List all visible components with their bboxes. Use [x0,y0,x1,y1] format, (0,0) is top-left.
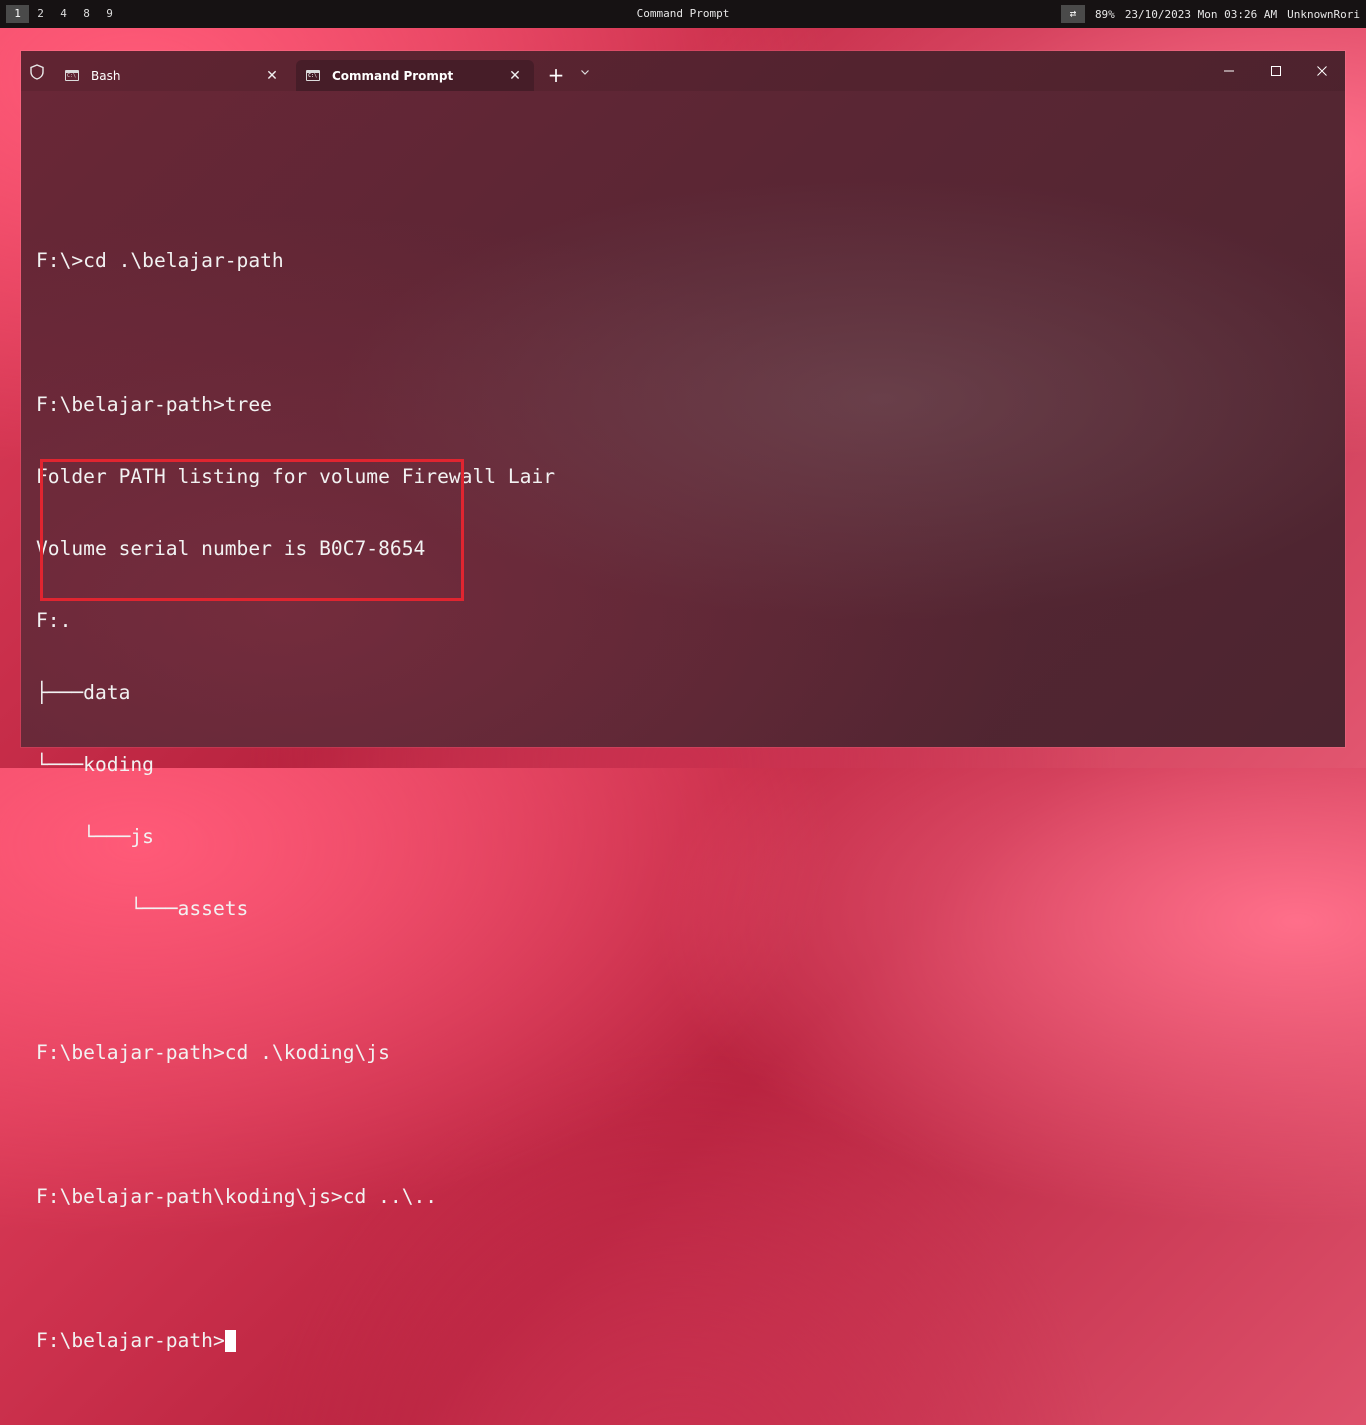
close-icon [1317,66,1327,76]
maximize-icon [1271,66,1281,76]
terminal-prompt-line[interactable]: F:\belajar-path> [36,1329,1326,1353]
terminal-icon: C:\ [65,70,79,81]
battery-level: 89% [1094,7,1115,21]
close-window-button[interactable] [1299,60,1345,82]
maximize-button[interactable] [1253,60,1299,82]
close-icon[interactable]: ✕ [263,67,281,85]
tab-command-prompt[interactable]: C:\ Command Prompt ✕ [296,60,534,91]
highlight-annotation-box [40,459,464,601]
terminal-line: F:\belajar-path\koding\js>cd ..\.. [36,1185,438,1208]
terminal-line: ├───data [36,681,131,704]
minimize-button[interactable] [1206,60,1252,82]
minimize-icon [1224,70,1234,72]
terminal-line: F:\>cd .\belajar-path [36,249,284,272]
status-area: ⇄ 89% 23/10/2023 Mon 03:26 AM UnknownRor… [1060,5,1360,23]
terminal-line: F:\belajar-path>tree [36,393,272,416]
chevron-down-icon[interactable] [577,64,593,86]
text-cursor [224,1330,236,1352]
terminal-line: └───js [36,825,154,848]
top-status-bar: 1 2 4 8 9 Command Prompt ⇄ 89% 23/10/202… [0,0,1366,28]
close-icon[interactable]: ✕ [506,67,524,85]
terminal-output[interactable]: F:\>cd .\belajar-path F:\belajar-path>tr… [36,129,1326,1352]
shield-icon[interactable] [28,63,48,83]
title-bar[interactable]: C:\ Bash ✕ C:\ Command Prompt ✕ + [21,51,1345,91]
terminal-prompt: F:\belajar-path> [36,1329,225,1352]
tab-command-prompt-label: Command Prompt [332,68,454,83]
cmd-icon: C:\ [306,70,320,81]
terminal-line: F:. [36,609,72,632]
terminal-window: C:\ Bash ✕ C:\ Command Prompt ✕ + F:\>cd… [21,51,1345,1352]
clock: 23/10/2023 Mon 03:26 AM [1124,7,1278,21]
tab-bash[interactable]: C:\ Bash ✕ [55,60,291,91]
tray-toggle-icon[interactable]: ⇄ [1060,5,1085,23]
terminal-line: F:\belajar-path>cd .\koding\js [36,1041,390,1064]
terminal-line: └───koding [36,753,154,776]
username: UnknownRori [1287,7,1360,21]
terminal-line: └───assets [36,897,249,920]
new-tab-button[interactable]: + [545,64,567,86]
tab-bash-label: Bash [91,68,121,83]
